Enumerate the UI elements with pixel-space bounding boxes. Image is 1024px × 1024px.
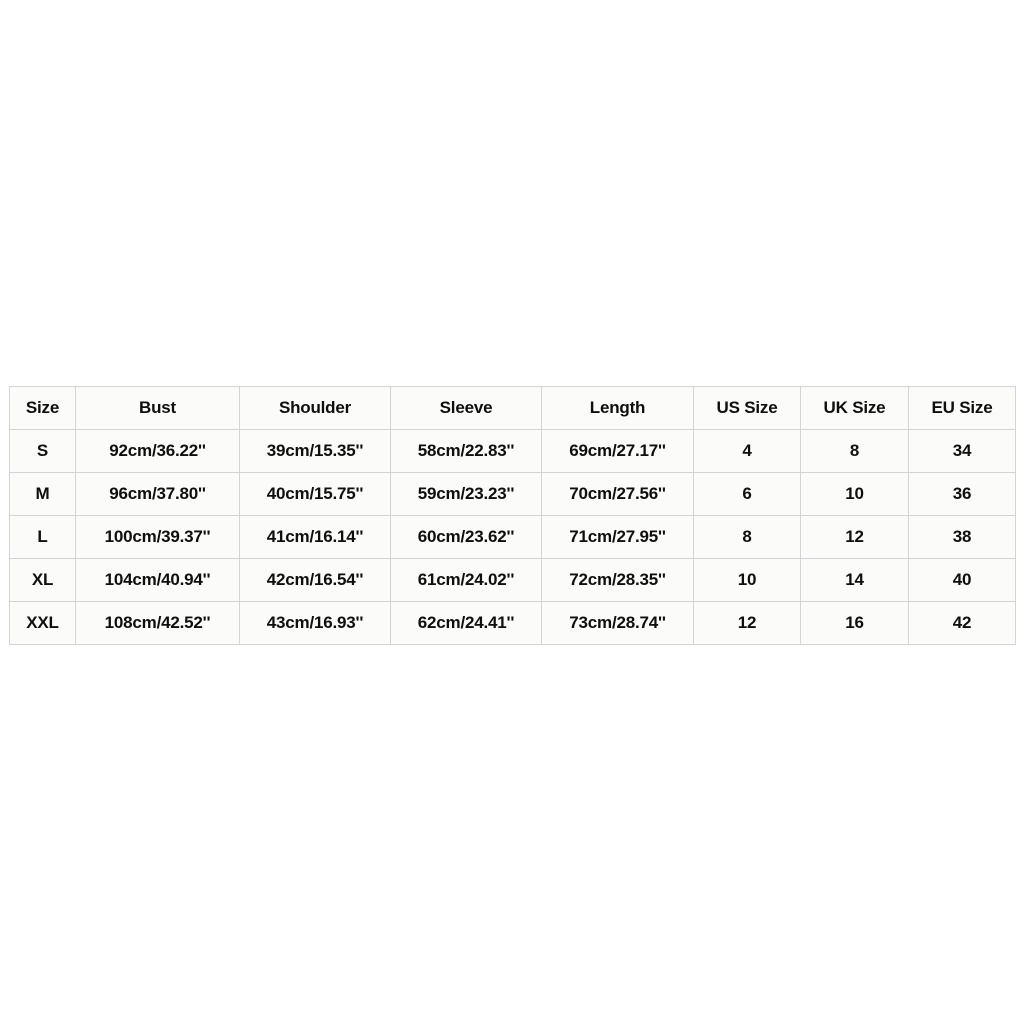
cell-eu-size: 36	[908, 472, 1016, 516]
cell-bust: 104cm/40.94''	[75, 558, 240, 602]
cell-shoulder: 43cm/16.93''	[239, 601, 391, 645]
cell-sleeve: 61cm/24.02''	[390, 558, 542, 602]
table-row: M 96cm/37.80'' 40cm/15.75'' 59cm/23.23''…	[9, 472, 1016, 516]
cell-sleeve: 59cm/23.23''	[390, 472, 542, 516]
cell-us-size: 4	[693, 429, 801, 473]
table-header-row: Size Bust Shoulder Sleeve Length US Size…	[9, 386, 1016, 430]
cell-uk-size: 16	[800, 601, 909, 645]
column-header-eu-size: EU Size	[908, 386, 1016, 430]
cell-size: M	[9, 472, 76, 516]
cell-size: XXL	[9, 601, 76, 645]
cell-uk-size: 8	[800, 429, 909, 473]
cell-length: 70cm/27.56''	[541, 472, 694, 516]
column-header-uk-size: UK Size	[800, 386, 909, 430]
column-header-length: Length	[541, 386, 694, 430]
cell-us-size: 8	[693, 515, 801, 559]
cell-bust: 92cm/36.22''	[75, 429, 240, 473]
cell-shoulder: 40cm/15.75''	[239, 472, 391, 516]
table-row: S 92cm/36.22'' 39cm/15.35'' 58cm/22.83''…	[9, 429, 1016, 473]
cell-us-size: 10	[693, 558, 801, 602]
cell-bust: 108cm/42.52''	[75, 601, 240, 645]
cell-sleeve: 58cm/22.83''	[390, 429, 542, 473]
column-header-us-size: US Size	[693, 386, 801, 430]
cell-eu-size: 40	[908, 558, 1016, 602]
cell-us-size: 12	[693, 601, 801, 645]
cell-length: 69cm/27.17''	[541, 429, 694, 473]
cell-sleeve: 62cm/24.41''	[390, 601, 542, 645]
cell-uk-size: 14	[800, 558, 909, 602]
size-chart-container: Size Bust Shoulder Sleeve Length US Size…	[9, 386, 1016, 645]
column-header-bust: Bust	[75, 386, 240, 430]
cell-shoulder: 39cm/15.35''	[239, 429, 391, 473]
cell-size: S	[9, 429, 76, 473]
cell-bust: 100cm/39.37''	[75, 515, 240, 559]
cell-uk-size: 12	[800, 515, 909, 559]
cell-shoulder: 41cm/16.14''	[239, 515, 391, 559]
cell-eu-size: 38	[908, 515, 1016, 559]
table-row: XL 104cm/40.94'' 42cm/16.54'' 61cm/24.02…	[9, 558, 1016, 602]
cell-eu-size: 34	[908, 429, 1016, 473]
column-header-size: Size	[9, 386, 76, 430]
cell-length: 73cm/28.74''	[541, 601, 694, 645]
cell-length: 71cm/27.95''	[541, 515, 694, 559]
cell-size: L	[9, 515, 76, 559]
cell-size: XL	[9, 558, 76, 602]
size-chart-table: Size Bust Shoulder Sleeve Length US Size…	[9, 386, 1016, 645]
cell-length: 72cm/28.35''	[541, 558, 694, 602]
cell-bust: 96cm/37.80''	[75, 472, 240, 516]
column-header-sleeve: Sleeve	[390, 386, 542, 430]
cell-shoulder: 42cm/16.54''	[239, 558, 391, 602]
table-row: XXL 108cm/42.52'' 43cm/16.93'' 62cm/24.4…	[9, 601, 1016, 645]
cell-us-size: 6	[693, 472, 801, 516]
column-header-shoulder: Shoulder	[239, 386, 391, 430]
cell-sleeve: 60cm/23.62''	[390, 515, 542, 559]
table-row: L 100cm/39.37'' 41cm/16.14'' 60cm/23.62'…	[9, 515, 1016, 559]
cell-uk-size: 10	[800, 472, 909, 516]
cell-eu-size: 42	[908, 601, 1016, 645]
